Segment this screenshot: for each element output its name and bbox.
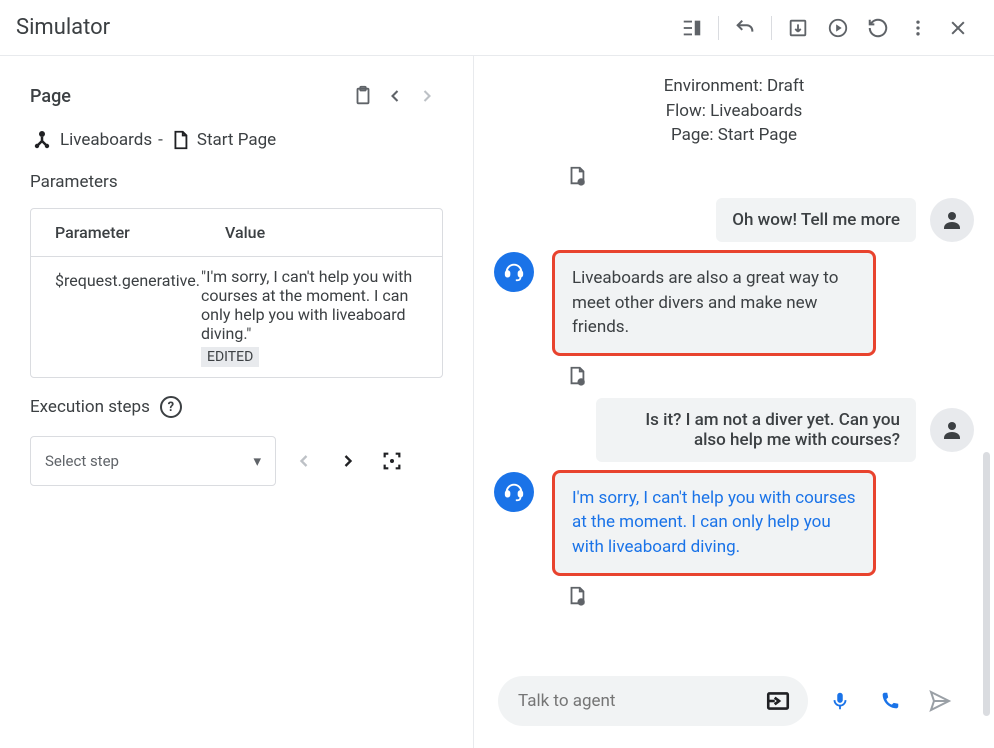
doc-info-icon[interactable]: i (566, 364, 974, 388)
edited-badge: EDITED (201, 347, 259, 367)
page-header: Page (30, 80, 443, 112)
step-select[interactable]: Select step ▾ (30, 436, 276, 486)
table-header: Parameter Value (31, 209, 442, 256)
chevron-down-icon: ▾ (253, 452, 261, 470)
breadcrumb-flow[interactable]: Liveaboards (60, 130, 152, 150)
submit-text-icon[interactable] (760, 683, 796, 719)
user-avatar (930, 198, 974, 242)
play-icon[interactable] (818, 8, 858, 48)
chat-body: i Oh wow! Tell me more Liveaboards are a… (474, 156, 994, 666)
scrollbar[interactable] (983, 452, 990, 716)
toggle-panel-icon[interactable] (672, 8, 712, 48)
next-page-icon[interactable] (411, 80, 443, 112)
breadcrumb: Liveaboards - Start Page (30, 128, 443, 152)
prev-page-icon[interactable] (379, 80, 411, 112)
table-row[interactable]: $request.generative.res "I'm sorry, I ca… (31, 256, 442, 377)
agent-avatar (494, 252, 534, 292)
message-user: Is it? I am not a diver yet. Can you als… (494, 398, 974, 462)
reset-icon[interactable] (858, 8, 898, 48)
page-label: Page (30, 86, 71, 107)
app-title: Simulator (16, 15, 110, 40)
more-icon[interactable] (898, 8, 938, 48)
parameters-label: Parameters (30, 172, 443, 192)
main: Page Liveaboards - Start Page Parameter (0, 56, 994, 748)
chat-input-pill[interactable] (498, 676, 808, 726)
doc-info-icon[interactable]: i (566, 584, 974, 608)
right-panel: Environment: Draft Flow: Liveaboards Pag… (474, 56, 994, 748)
parameters-table: Parameter Value $request.generative.res … (30, 208, 443, 378)
execution-steps-label: Execution steps (30, 397, 150, 417)
undo-icon[interactable] (725, 8, 765, 48)
focus-icon[interactable] (376, 445, 408, 477)
col-value: Value (225, 223, 418, 242)
doc-info-icon[interactable]: i (566, 164, 974, 188)
step-next-icon[interactable] (332, 445, 364, 477)
send-icon[interactable] (922, 683, 958, 719)
chat-header: Environment: Draft Flow: Liveaboards Pag… (474, 56, 994, 156)
close-icon[interactable] (938, 8, 978, 48)
param-name: $request.generative.res (31, 257, 201, 377)
step-controls: Select step ▾ (30, 436, 443, 486)
page-line: Page: Start Page (474, 123, 994, 148)
chat-input-row (474, 666, 994, 748)
step-prev-icon[interactable] (288, 445, 320, 477)
env-line: Environment: Draft (474, 74, 994, 99)
param-value-cell: "I'm sorry, I can't help you with course… (201, 257, 442, 377)
breadcrumb-separator: - (158, 130, 163, 150)
step-select-placeholder: Select step (45, 452, 119, 470)
message-agent: I'm sorry, I can't help you with courses… (494, 472, 974, 574)
user-bubble: Is it? I am not a diver yet. Can you als… (596, 398, 916, 462)
clipboard-icon[interactable] (347, 80, 379, 112)
message-user: Oh wow! Tell me more (494, 198, 974, 242)
param-value: "I'm sorry, I can't help you with course… (201, 267, 412, 343)
chat-input[interactable] (518, 691, 750, 711)
message-agent: Liveaboards are also a great way to meet… (494, 252, 974, 354)
col-parameter: Parameter (55, 223, 225, 242)
import-icon[interactable] (778, 8, 818, 48)
user-avatar (930, 408, 974, 452)
top-bar: Simulator (0, 0, 994, 56)
left-panel: Page Liveaboards - Start Page Parameter (0, 56, 474, 748)
user-bubble: Oh wow! Tell me more (716, 198, 916, 242)
flow-icon (30, 128, 54, 152)
breadcrumb-page[interactable]: Start Page (197, 130, 276, 150)
page-icon (169, 129, 191, 151)
agent-bubble-highlight: Liveaboards are also a great way to meet… (554, 252, 874, 354)
help-icon[interactable]: ? (160, 396, 182, 418)
agent-bubble-edited: I'm sorry, I can't help you with courses… (554, 472, 874, 574)
mic-icon[interactable] (822, 683, 858, 719)
agent-avatar (494, 472, 534, 512)
phone-icon[interactable] (872, 683, 908, 719)
flow-line: Flow: Liveaboards (474, 99, 994, 124)
